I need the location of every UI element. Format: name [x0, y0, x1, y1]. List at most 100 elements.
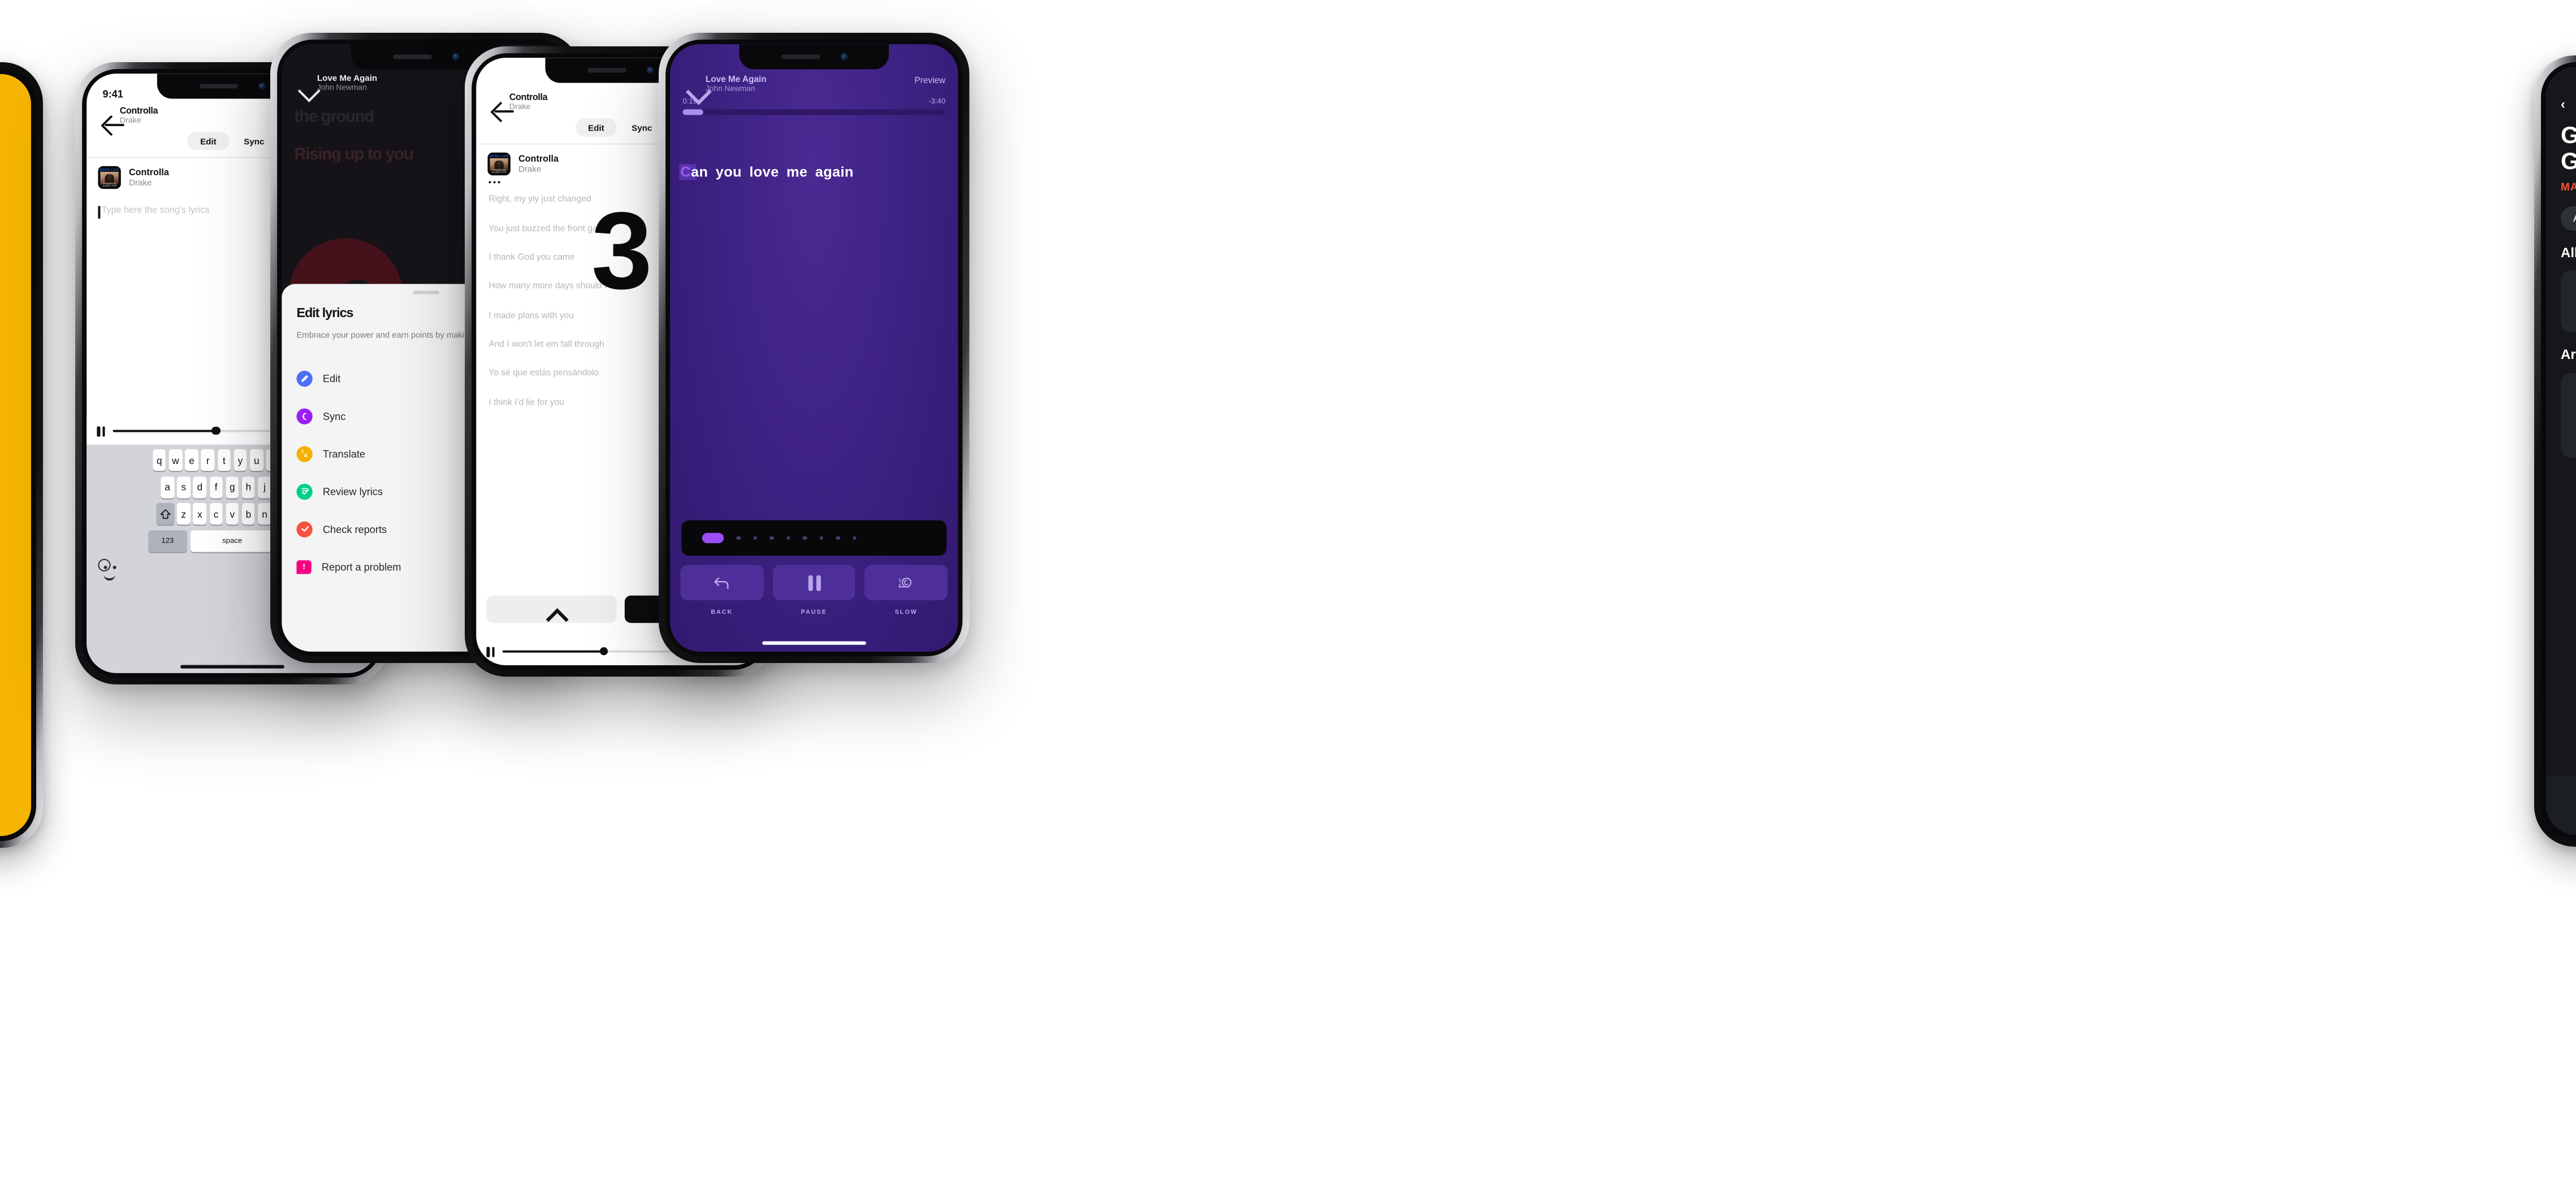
seek-knob[interactable]: [211, 426, 221, 436]
key-z[interactable]: z: [177, 502, 191, 525]
album-art-title: MORE LIFE: [100, 167, 119, 171]
key-a[interactable]: a: [161, 476, 174, 498]
control-back-button[interactable]: [680, 565, 764, 600]
song-artist: Drake: [128, 177, 152, 188]
seek-fill: [113, 430, 217, 432]
key-e[interactable]: e: [185, 449, 198, 471]
seek-knob[interactable]: [599, 647, 608, 656]
key-s[interactable]: s: [177, 476, 191, 498]
karaoke-progress-fill: [682, 109, 704, 115]
chevron-down-icon[interactable]: [294, 76, 309, 91]
waveform-panel[interactable]: [681, 520, 947, 556]
achievements-screen: ‹ Green Giant MASTER Active All achievem…: [2546, 67, 2576, 835]
album-art-caption: A Playlist By October Firm: [491, 170, 507, 175]
key-y[interactable]: y: [234, 449, 247, 471]
pause-bar: [102, 426, 105, 436]
sync-up-button[interactable]: [486, 595, 616, 623]
sync-note-icon: [296, 408, 313, 424]
pause-icon[interactable]: [486, 646, 495, 657]
key-b[interactable]: b: [241, 502, 256, 525]
key-n[interactable]: n: [258, 502, 271, 525]
chevron-left-icon[interactable]: ‹: [2561, 97, 2576, 112]
key-w[interactable]: w: [168, 449, 183, 471]
arrow-left-icon[interactable]: [486, 94, 514, 113]
earpiece-speaker: [392, 54, 431, 59]
song-meta: Controlla Drake: [129, 167, 169, 188]
karaoke-line-wrap: Can you love me again: [670, 163, 958, 180]
arrow-left-icon[interactable]: [97, 108, 124, 127]
key-u[interactable]: u: [250, 449, 263, 471]
tab-edit[interactable]: Edit: [187, 132, 229, 150]
preview-button[interactable]: Preview: [914, 75, 945, 85]
key-x[interactable]: x: [193, 502, 207, 525]
countdown-number: 3: [591, 190, 652, 313]
check-circle-icon: [296, 521, 313, 537]
artist-card[interactable]: [2561, 373, 2576, 458]
chevron-up-icon: [546, 604, 557, 615]
pencil-glyph: [301, 374, 309, 382]
waveform-dot: [802, 536, 807, 540]
key-j[interactable]: j: [258, 476, 271, 498]
key-f[interactable]: f: [209, 476, 223, 498]
tab-sync[interactable]: Sync: [619, 118, 665, 136]
earpiece-speaker: [781, 54, 820, 59]
key-q[interactable]: q: [153, 449, 166, 471]
sheet-grabber[interactable]: [412, 291, 439, 294]
album-art-title: MORE LIFE: [489, 154, 509, 158]
control-back[interactable]: BACK: [680, 565, 764, 617]
front-camera: [452, 53, 459, 60]
key-c[interactable]: c: [209, 502, 223, 525]
song-title: Controlla: [518, 153, 559, 164]
section-artist: Artist: [2561, 347, 2576, 363]
waveform-dot: [736, 536, 741, 540]
now-playing-artist: John Newman: [317, 84, 367, 92]
control-pause-label: PAUSE: [801, 609, 827, 617]
emoji-icon[interactable]: [98, 558, 115, 580]
key-r[interactable]: r: [201, 449, 215, 471]
waveform-dot: [786, 536, 790, 540]
chevron-down-icon[interactable]: [682, 77, 697, 92]
key-d[interactable]: d: [193, 476, 207, 498]
key-space[interactable]: space: [190, 530, 275, 552]
section-all-achievements: All achievements: [2561, 245, 2576, 261]
active-chip[interactable]: Active: [2561, 206, 2576, 231]
translate-icon: 文 A: [296, 445, 313, 462]
pause-bar: [807, 574, 812, 591]
karaoke-progress[interactable]: [682, 109, 946, 115]
waveform-dot: [836, 536, 840, 540]
album-art: MORE LIFE A Playlist By October Firm: [487, 152, 511, 176]
control-slow[interactable]: SLOW: [865, 565, 948, 616]
key-v[interactable]: v: [226, 502, 239, 525]
device-notch: [739, 44, 889, 70]
tab-edit[interactable]: Edit: [575, 118, 617, 137]
karaoke-rest: an you love me again: [691, 163, 854, 180]
song-artist: Drake: [518, 164, 542, 175]
player-titles: Love Me Again John Newman: [317, 73, 377, 93]
pause-icon[interactable]: [97, 426, 106, 436]
key-g[interactable]: g: [226, 476, 239, 498]
status-clock: 9:41: [102, 88, 123, 100]
front-camera: [646, 67, 654, 74]
control-back-label: BACK: [711, 609, 733, 617]
tab-bar-home[interactable]: Home: [2546, 776, 2576, 835]
control-slow-button[interactable]: [865, 565, 948, 600]
remaining-time: -3:40: [928, 98, 946, 106]
achievement-card-lyrics[interactable]: Lyrics: [2561, 270, 2576, 333]
lyrics-input-placeholder: Type here the song's lyrics: [101, 205, 210, 215]
key-h[interactable]: h: [241, 476, 256, 498]
phone-screen: Love Me Again John Newman Preview 0:19 -…: [670, 44, 958, 652]
key-numbers[interactable]: 123: [148, 530, 187, 552]
control-pause[interactable]: PAUSE: [772, 565, 856, 617]
now-playing-title: Love Me Again: [705, 73, 767, 84]
home-indicator: [762, 641, 866, 645]
key-t[interactable]: t: [217, 449, 231, 471]
shift-icon[interactable]: [155, 502, 174, 525]
control-pause-button[interactable]: [772, 565, 856, 600]
pause-bar: [491, 646, 495, 657]
seek-fill: [502, 650, 604, 653]
phone-screen: EL 2: [0, 74, 31, 836]
shift-glyph: [159, 508, 170, 518]
time-row: 0:19 -3:40: [670, 94, 958, 106]
pause-icon: [807, 574, 820, 591]
phone-edge-right: ‹ Green Giant MASTER Active All achievem…: [2534, 55, 2576, 847]
